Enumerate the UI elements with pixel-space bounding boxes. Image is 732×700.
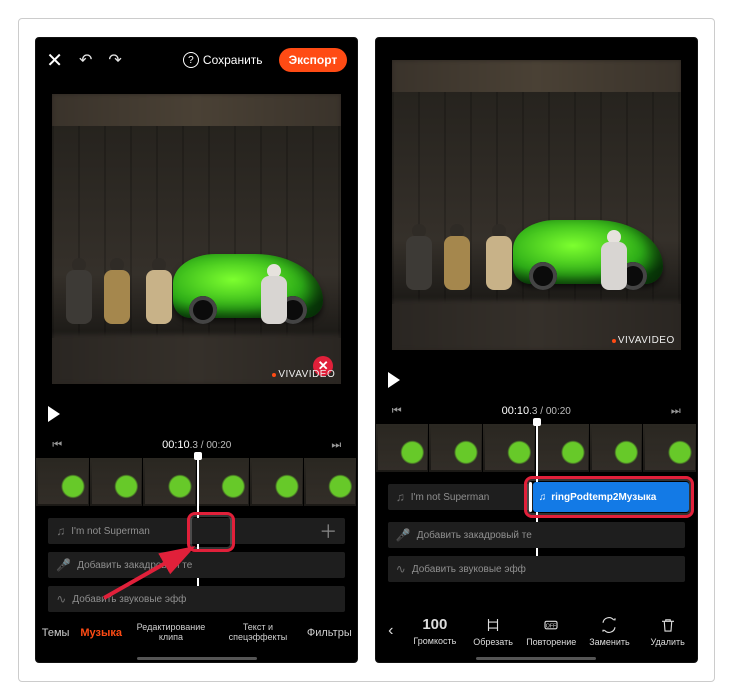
close-icon[interactable]: ✕ [46,48,63,73]
add-music-button[interactable]: ＋ [311,516,345,546]
home-indicator [137,657,257,660]
sfx-label: Добавить звуковые эфф [72,594,186,605]
back-icon[interactable]: ‹ [376,611,406,651]
tab-filters[interactable]: Фильтры [307,627,352,639]
music-clip-name: ringPodtemp2Музыка [551,492,656,503]
tab-text-fx[interactable]: Текст и спецэффекты [220,623,296,643]
music-note-icon: ♫ [539,492,547,503]
editor-topbar: ✕ ↶ ↷ ? Сохранить Экспорт [36,46,357,74]
phone-left: ✕ ↶ ↷ ? Сохранить Экспорт ✕ VIV [35,37,358,663]
video-preview[interactable]: VIVAVIDEO [392,60,681,350]
repeat-off-icon: OFF [542,616,560,634]
tab-themes[interactable]: Темы [42,627,70,639]
skip-prev-icon[interactable]: ⏮ [388,405,406,418]
music-clip-selected[interactable]: ♫ ringPodtemp2Музыка [533,482,689,512]
tool-delete[interactable]: Удалить [639,616,697,647]
sfx-track[interactable]: ∿ Добавить звуковые эфф [388,556,685,582]
video-preview[interactable]: ✕ VIVAVIDEO [52,94,341,384]
preview-person [64,258,94,324]
tool-replace[interactable]: Заменить [580,616,638,647]
redo-icon[interactable]: ↷ [108,50,121,70]
trash-icon [659,616,677,634]
preview-person [102,258,132,324]
voiceover-track[interactable]: 🎤 Добавить закадровый те [48,552,345,578]
phone-right: VIVAVIDEO ⏮ 00:10.3 / 00:20 ⏭ ♫ I'm not … [375,37,698,663]
watermark: VIVAVIDEO [612,335,675,346]
wave-icon: ∿ [396,562,406,576]
home-indicator [476,657,596,660]
skip-next-icon[interactable]: ⏭ [327,439,345,452]
tool-trim[interactable]: Обрезать [464,616,522,647]
play-icon[interactable] [388,372,400,388]
play-icon[interactable] [48,406,60,422]
time-decimal: .3 [190,440,198,451]
volume-value: 100 [422,616,447,633]
voiceover-track[interactable]: 🎤 Добавить закадровый те [388,522,685,548]
skip-next-icon[interactable]: ⏭ [667,405,685,418]
sfx-track[interactable]: ∿ Добавить звуковые эфф [48,586,345,612]
save-label: Сохранить [203,53,263,67]
preview-person [261,264,287,324]
mic-icon: 🎤 [396,528,411,542]
time-total: / 00:20 [198,440,231,451]
music-track[interactable]: ♫ I'm not Superman ＋ [48,518,345,544]
bottom-tabs: Темы Музыка Редактирование клипа Текст и… [36,612,357,654]
voiceover-label: Добавить закадровый те [77,560,192,571]
wave-icon: ∿ [56,592,66,606]
music-toolbar: ‹ 100 Громкость Обрезать OFF Повторение … [376,606,697,656]
preview-person [144,258,174,324]
help-icon: ? [183,52,199,68]
tab-clip-editing[interactable]: Редактирование клипа [133,623,209,643]
watermark: VIVAVIDEO [272,369,335,380]
time-current: 00:10 [162,439,190,451]
save-button[interactable]: ? Сохранить [183,52,263,68]
mic-icon: 🎤 [56,558,71,572]
tool-repeat[interactable]: OFF Повторение [522,616,580,647]
music-note-icon: ♫ [396,490,405,504]
undo-icon[interactable]: ↶ [79,50,92,70]
export-button[interactable]: Экспорт [279,48,348,72]
trim-icon [484,616,502,634]
music-note-icon: ♫ [56,524,65,538]
skip-prev-icon[interactable]: ⏮ [48,439,66,452]
svg-text:OFF: OFF [546,623,557,629]
music-track-name: I'm not Superman [71,526,150,537]
replace-icon [600,616,618,634]
tab-music[interactable]: Музыка [80,627,122,639]
tool-volume[interactable]: 100 Громкость [406,616,464,646]
